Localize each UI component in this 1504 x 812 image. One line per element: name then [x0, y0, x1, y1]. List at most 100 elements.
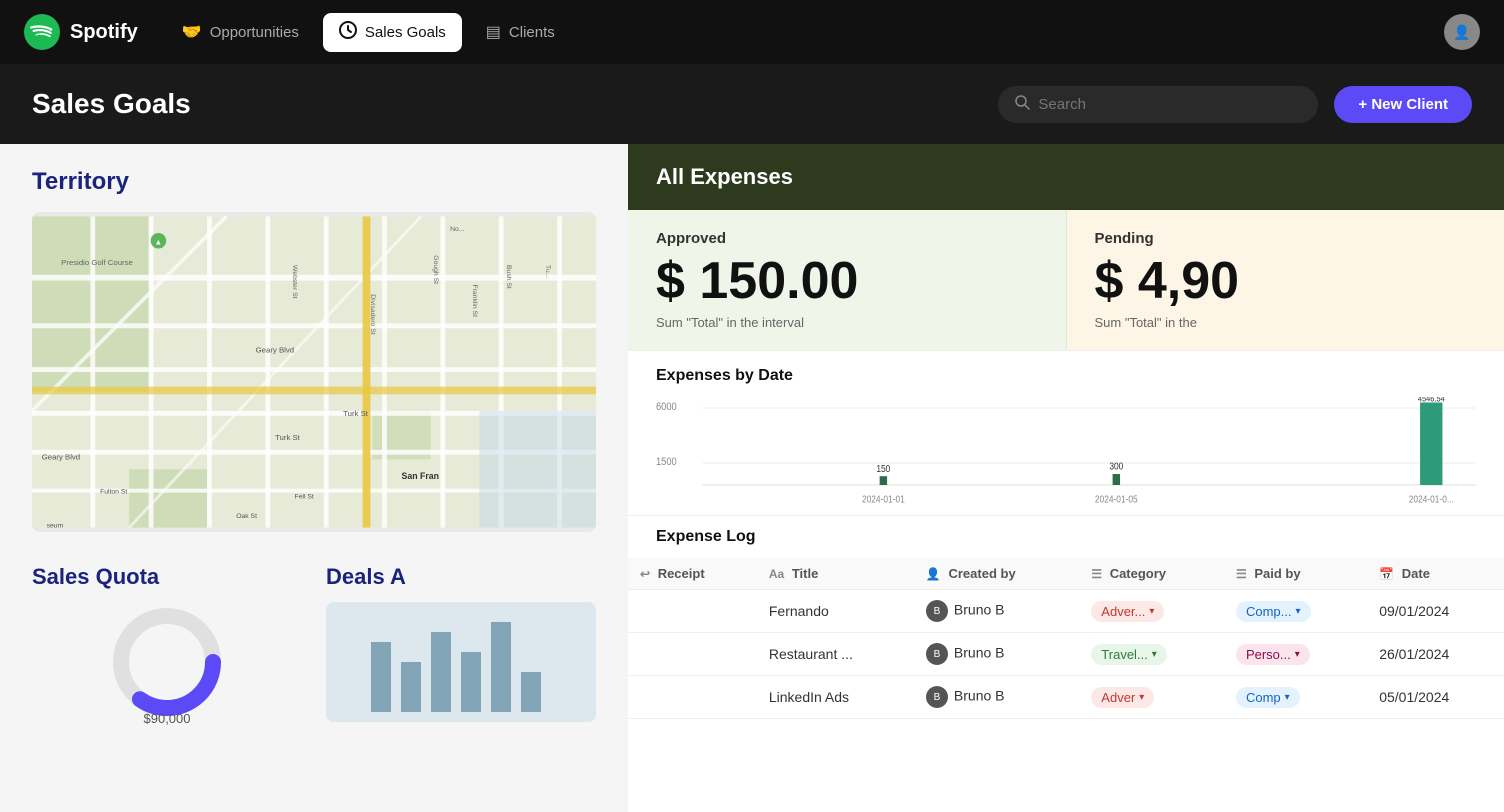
svg-text:2024-01-05: 2024-01-05 — [1095, 494, 1138, 505]
svg-text:2024-01-01: 2024-01-01 — [862, 494, 905, 505]
donut-svg — [107, 602, 227, 722]
paid-by-tag[interactable]: Comp... ▾ — [1236, 601, 1311, 622]
pending-sub: Sum "Total" in the — [1095, 315, 1477, 330]
approved-amount: $ 150.00 — [656, 255, 1038, 307]
deals-preview-chart — [326, 602, 596, 722]
chart-section: Expenses by Date 6000 1500 150 2024-01-0… — [628, 351, 1504, 516]
top-nav: Spotify 🤝 Opportunities Sales Goals ▤ Cl… — [0, 0, 1504, 64]
pending-amount: $ 4,90 — [1095, 255, 1477, 307]
created-by-icon: 👤 — [926, 567, 941, 581]
spotify-logo-icon — [24, 14, 60, 50]
chart-title: Expenses by Date — [656, 367, 1476, 385]
nav-item-clients[interactable]: ▤ Clients — [470, 14, 571, 50]
paid-by-tag[interactable]: Perso... ▾ — [1236, 644, 1310, 665]
svg-text:Gough St: Gough St — [432, 255, 439, 284]
svg-text:6000: 6000 — [656, 402, 677, 414]
search-icon — [1014, 94, 1030, 115]
sales-quota-section: Sales Quota $90,000 — [32, 564, 302, 722]
expense-table: ↩ Receipt Aa Title 👤 Created by ☰ — [628, 558, 1504, 719]
svg-text:4546.54: 4546.54 — [1418, 397, 1445, 404]
nav-label-opportunities: Opportunities — [210, 24, 299, 41]
page-title: Sales Goals — [32, 88, 998, 120]
receipt-icon: ↩ — [640, 567, 650, 581]
paid-by-chevron-icon[interactable]: ▾ — [1285, 692, 1290, 703]
svg-text:Bush St: Bush St — [505, 265, 512, 289]
svg-text:seum: seum — [47, 523, 64, 530]
svg-text:150: 150 — [876, 463, 890, 474]
svg-text:Turk St: Turk St — [343, 409, 369, 418]
summary-cards: Approved $ 150.00 Sum "Total" in the int… — [628, 210, 1504, 351]
expense-log-section: Expense Log ↩ Receipt Aa Title 👤 — [628, 516, 1504, 812]
paid-by-chevron-icon[interactable]: ▾ — [1295, 649, 1300, 660]
table-header-row: ↩ Receipt Aa Title 👤 Created by ☰ — [628, 558, 1504, 590]
sales-quota-title: Sales Quota — [32, 564, 302, 590]
category-tag[interactable]: Adver... ▾ — [1091, 601, 1164, 622]
deals-title: Deals A — [326, 564, 596, 590]
search-input[interactable] — [1038, 96, 1302, 113]
left-panel: Territory — [0, 144, 628, 812]
clients-icon: ▤ — [486, 22, 501, 42]
donut-chart: $90,000 — [32, 602, 302, 722]
category-chevron-icon[interactable]: ▾ — [1139, 692, 1144, 703]
th-created-by: 👤 Created by — [914, 558, 1079, 590]
expense-log-title: Expense Log — [628, 528, 1504, 558]
avatar: B — [926, 643, 948, 665]
cell-title: Fernando — [757, 590, 914, 633]
table-row: Fernando BBruno B Adver... ▾ Comp... ▾ 0… — [628, 590, 1504, 633]
paid-by-icon: ☰ — [1236, 567, 1247, 581]
sales-goals-icon — [339, 21, 357, 44]
main-content: Territory — [0, 144, 1504, 812]
svg-text:Presidio Golf Course: Presidio Golf Course — [61, 258, 133, 267]
paid-by-tag[interactable]: Comp ▾ — [1236, 687, 1300, 708]
cell-receipt — [628, 590, 757, 633]
chart-container: 6000 1500 150 2024-01-01 300 2024-01-05 — [656, 397, 1476, 507]
th-title: Aa Title — [757, 558, 914, 590]
territory-section: Territory — [0, 144, 628, 548]
svg-text:San Fran: San Fran — [402, 471, 439, 481]
th-paid-by-label: Paid by — [1254, 566, 1300, 581]
th-category: ☰ Category — [1079, 558, 1224, 590]
cell-category: Adver... ▾ — [1079, 590, 1224, 633]
category-chevron-icon[interactable]: ▾ — [1152, 649, 1157, 660]
svg-text:No...: No... — [450, 226, 464, 233]
nav-item-sales-goals[interactable]: Sales Goals — [323, 13, 462, 52]
cell-created-by: BBruno B — [914, 676, 1079, 719]
title-icon: Aa — [769, 567, 784, 581]
search-bar — [998, 86, 1318, 123]
table-row: LinkedIn Ads BBruno B Adver ▾ Comp ▾ 05/… — [628, 676, 1504, 719]
svg-text:Oak St: Oak St — [236, 513, 257, 520]
table-row: Restaurant ... BBruno B Travel... ▾ Pers… — [628, 633, 1504, 676]
paid-by-chevron-icon[interactable]: ▾ — [1295, 606, 1300, 617]
approved-card: Approved $ 150.00 Sum "Total" in the int… — [628, 210, 1067, 350]
cell-category: Adver ▾ — [1079, 676, 1224, 719]
pending-card: Pending $ 4,90 Sum "Total" in the — [1067, 210, 1504, 350]
cell-title: LinkedIn Ads — [757, 676, 914, 719]
svg-text:Fell St: Fell St — [295, 493, 314, 500]
new-client-button[interactable]: + New Client — [1334, 86, 1472, 123]
category-chevron-icon[interactable]: ▾ — [1149, 606, 1154, 617]
nav-label-sales-goals: Sales Goals — [365, 24, 446, 41]
svg-text:▲: ▲ — [155, 238, 163, 247]
svg-text:Divisadero St: Divisadero St — [369, 294, 376, 335]
th-receipt: ↩ Receipt — [628, 558, 757, 590]
svg-text:Franklin St: Franklin St — [471, 284, 478, 317]
category-tag[interactable]: Adver ▾ — [1091, 687, 1154, 708]
sub-header: Sales Goals + New Client — [0, 64, 1504, 144]
expense-tbody: Fernando BBruno B Adver... ▾ Comp... ▾ 0… — [628, 590, 1504, 719]
cell-title: Restaurant ... — [757, 633, 914, 676]
cell-created-by: BBruno B — [914, 590, 1079, 633]
avatar: B — [926, 600, 948, 622]
category-tag[interactable]: Travel... ▾ — [1091, 644, 1167, 665]
nav-item-opportunities[interactable]: 🤝 Opportunities — [166, 14, 315, 50]
th-date: 📅 Date — [1367, 558, 1504, 590]
th-created-by-label: Created by — [948, 566, 1015, 581]
right-panel: All Expenses Approved $ 150.00 Sum "Tota… — [628, 144, 1504, 812]
date-icon: 📅 — [1379, 567, 1394, 581]
user-avatar[interactable]: 👤 — [1444, 14, 1480, 50]
cell-paid-by: Comp ▾ — [1224, 676, 1367, 719]
avatar-initials: 👤 — [1453, 24, 1470, 41]
svg-text:Tu...: Tu... — [544, 265, 551, 278]
th-date-label: Date — [1402, 566, 1430, 581]
cell-receipt — [628, 633, 757, 676]
map-svg: Presidio Golf Course Euclid Ave Geary Bl… — [32, 212, 596, 532]
